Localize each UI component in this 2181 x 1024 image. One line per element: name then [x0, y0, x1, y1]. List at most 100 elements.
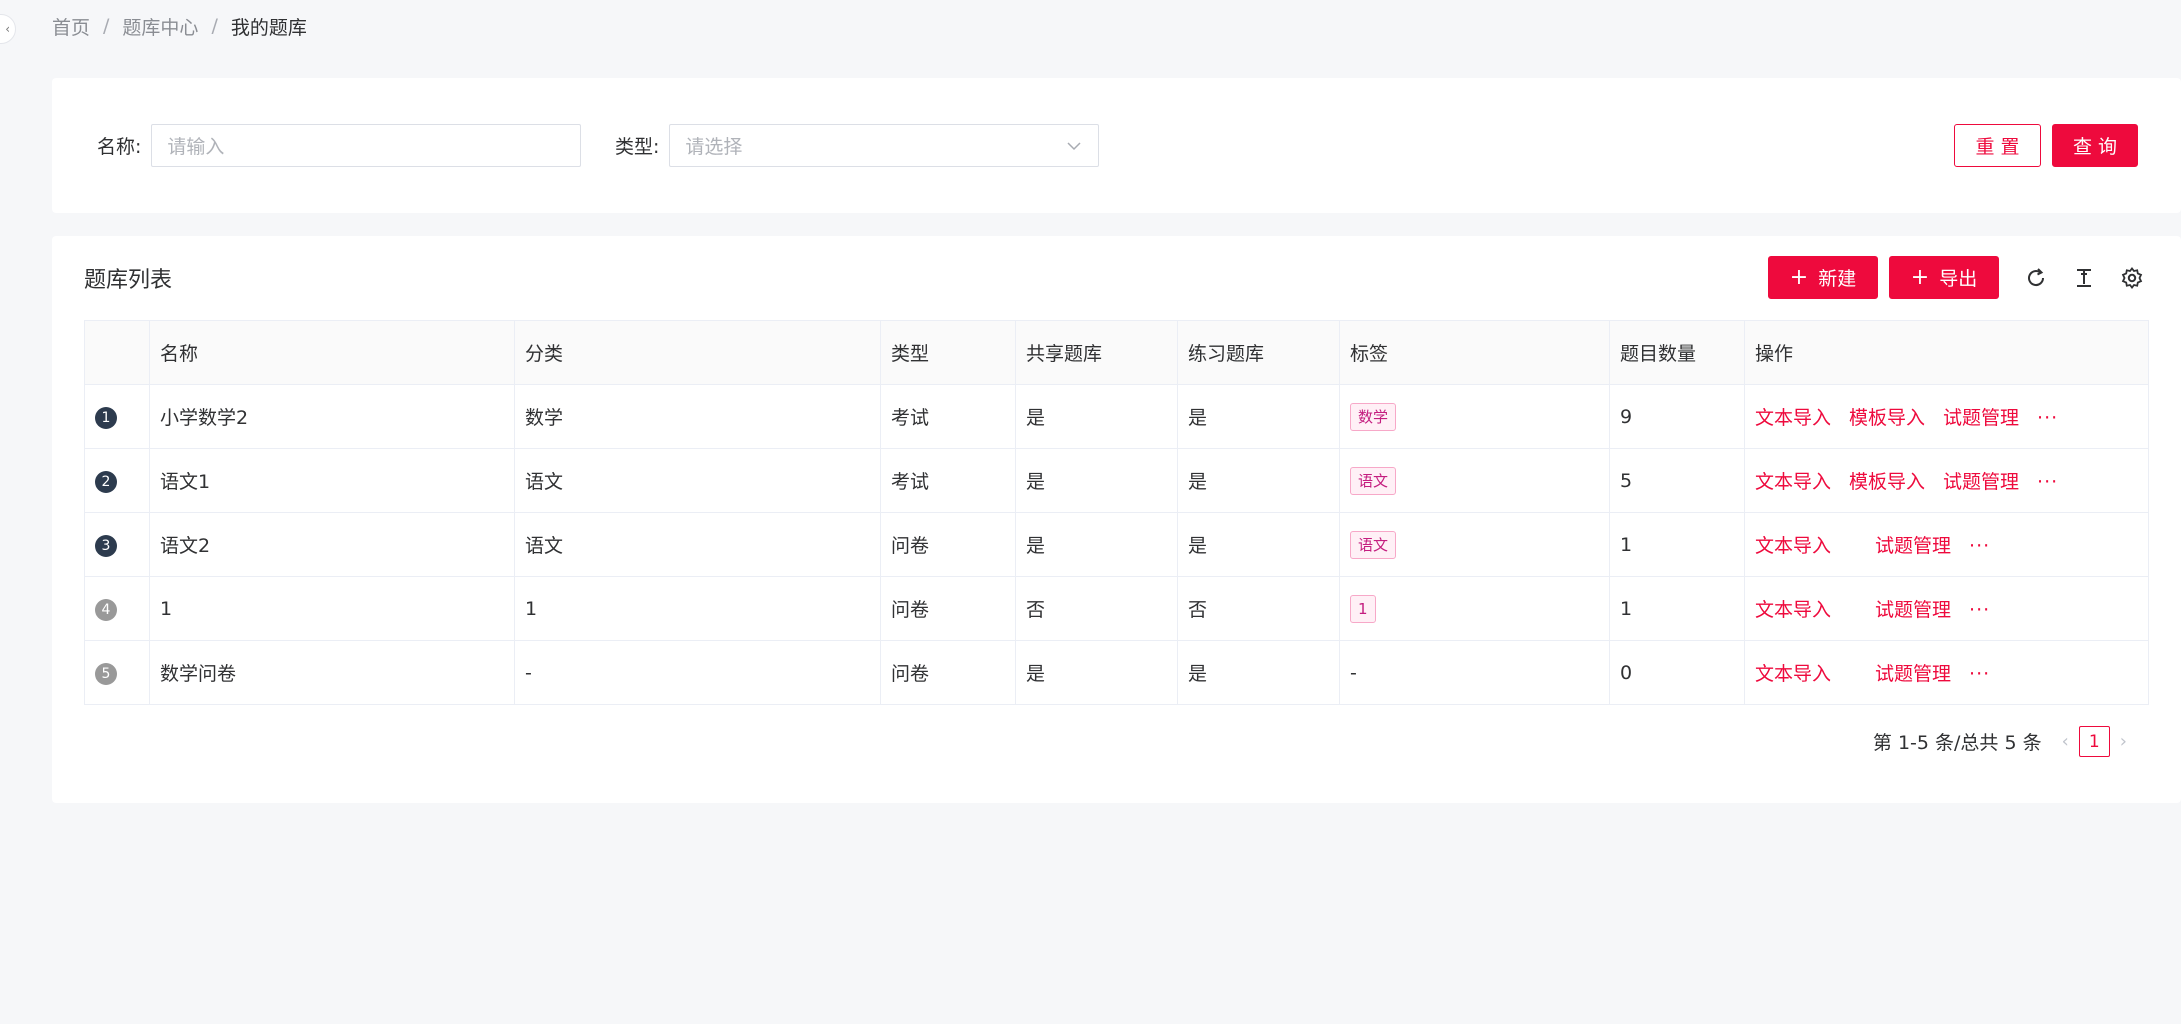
column-header: 练习题库	[1177, 320, 1340, 385]
cell-category: 语文	[514, 512, 881, 577]
reload-icon[interactable]	[2022, 264, 2050, 292]
cell-count: 1	[1609, 576, 1745, 641]
row-index-badge: 1	[95, 406, 117, 429]
tag-badge: 语文	[1350, 466, 1397, 495]
cell-practice: 是	[1177, 448, 1340, 513]
tag-badge: 数学	[1350, 402, 1397, 431]
cell-type: 考试	[880, 448, 1016, 513]
text-import-link[interactable]: 文本导入	[1755, 535, 1831, 557]
cell-name: 语文1	[149, 448, 515, 513]
reset-button[interactable]: 重 置	[1954, 124, 2041, 167]
breadcrumb: 首页 / 题库中心 / 我的题库	[52, 12, 307, 40]
plus-icon: +	[1789, 264, 1809, 290]
table-header-row: 名称 分类 类型 共享题库 练习题库 标签 题目数量 操作	[84, 320, 2149, 385]
text-import-link[interactable]: 文本导入	[1755, 663, 1831, 685]
breadcrumb-separator: /	[103, 15, 110, 37]
template-import-link[interactable]: 模板导入	[1849, 407, 1925, 429]
name-filter: 名称: 请输入	[97, 124, 582, 167]
cell-category: 语文	[514, 448, 881, 513]
row-index-badge: 4	[95, 598, 117, 621]
filter-panel: 名称: 请输入 类型: 请选择 重 置 查 询	[52, 78, 2181, 213]
prev-page-icon[interactable]: ‹	[2062, 731, 2069, 752]
column-header: 标签	[1339, 320, 1610, 385]
sidebar-collapse-handle[interactable]: ‹	[0, 14, 16, 44]
tag-badge: 1	[1350, 594, 1376, 623]
table-row: 3 语文2 语文 问卷 是 是 语文 1 文本导入 试题管理 ···	[84, 512, 2149, 577]
more-actions-icon[interactable]: ···	[2037, 407, 2058, 429]
list-title: 题库列表	[84, 268, 173, 293]
new-button[interactable]: + 新建	[1768, 256, 1878, 299]
export-button[interactable]: + 导出	[1889, 256, 1999, 299]
text-import-link[interactable]: 文本导入	[1755, 407, 1831, 429]
export-button-label: 导出	[1939, 268, 1978, 290]
breadcrumb-home[interactable]: 首页	[52, 13, 90, 40]
name-input[interactable]: 请输入	[151, 124, 582, 167]
cell-count: 0	[1609, 640, 1745, 705]
cell-shared: 否	[1015, 576, 1178, 641]
settings-icon[interactable]	[2118, 264, 2146, 292]
question-bank-table: 名称 分类 类型 共享题库 练习题库 标签 题目数量 操作 1 小学数学2 数学…	[84, 320, 2149, 705]
pagination: 第 1-5 条/总共 5 条 ‹ 1 ›	[1873, 726, 2137, 757]
column-header: 共享题库	[1015, 320, 1178, 385]
cell-type: 问卷	[880, 512, 1016, 577]
tag-badge: 语文	[1350, 530, 1397, 559]
table-row: 1 小学数学2 数学 考试 是 是 数学 9 文本导入 模板导入 试题管理 ···	[84, 384, 2149, 449]
page-button-current[interactable]: 1	[2078, 726, 2110, 757]
more-actions-icon[interactable]: ···	[1969, 663, 1990, 685]
chevron-down-icon	[1066, 137, 1082, 159]
type-filter-label: 类型:	[615, 136, 660, 158]
cell-practice: 否	[1177, 576, 1340, 641]
cell-name: 小学数学2	[149, 384, 515, 449]
plus-icon: +	[1910, 264, 1930, 290]
breadcrumb-question-center[interactable]: 题库中心	[122, 13, 198, 40]
question-manage-link[interactable]: 试题管理	[1875, 599, 1951, 621]
pagination-summary: 第 1-5 条/总共 5 条	[1872, 732, 2042, 754]
more-actions-icon[interactable]: ···	[2037, 471, 2058, 493]
column-header: 名称	[149, 320, 515, 385]
column-header-index	[84, 320, 150, 385]
template-import-link[interactable]: 模板导入	[1849, 471, 1925, 493]
more-actions-icon[interactable]: ···	[1969, 599, 1990, 621]
more-actions-icon[interactable]: ···	[1969, 535, 1990, 557]
cell-name: 语文2	[149, 512, 515, 577]
column-header: 分类	[514, 320, 881, 385]
row-index-badge: 3	[95, 534, 117, 557]
cell-category: 1	[514, 576, 881, 641]
text-import-link[interactable]: 文本导入	[1755, 599, 1831, 621]
question-manage-link[interactable]: 试题管理	[1875, 535, 1951, 557]
cell-shared: 是	[1015, 512, 1178, 577]
row-index-badge: 2	[95, 470, 117, 493]
text-import-link[interactable]: 文本导入	[1755, 471, 1831, 493]
row-index-badge: 5	[95, 662, 117, 685]
question-manage-link[interactable]: 试题管理	[1943, 471, 2019, 493]
column-header: 操作	[1744, 320, 2149, 385]
breadcrumb-separator: /	[211, 15, 218, 37]
question-manage-link[interactable]: 试题管理	[1875, 663, 1951, 685]
question-manage-link[interactable]: 试题管理	[1943, 407, 2019, 429]
density-icon[interactable]	[2070, 264, 2098, 292]
cell-category: 数学	[514, 384, 881, 449]
cell-name: 1	[149, 576, 515, 641]
cell-practice: 是	[1177, 640, 1340, 705]
cell-shared: 是	[1015, 448, 1178, 513]
table-row: 4 1 1 问卷 否 否 1 1 文本导入 试题管理 ···	[84, 576, 2149, 641]
name-filter-label: 名称:	[97, 136, 142, 158]
next-page-icon[interactable]: ›	[2120, 731, 2127, 752]
type-select[interactable]: 请选择	[669, 124, 1100, 167]
new-button-label: 新建	[1818, 268, 1857, 290]
cell-type: 问卷	[880, 640, 1016, 705]
cell-practice: 是	[1177, 384, 1340, 449]
type-select-placeholder: 请选择	[685, 136, 743, 158]
cell-category: -	[514, 640, 881, 705]
cell-shared: 是	[1015, 640, 1178, 705]
query-button[interactable]: 查 询	[2052, 124, 2138, 167]
cell-type: 问卷	[880, 576, 1016, 641]
name-input-placeholder: 请输入	[167, 136, 225, 158]
breadcrumb-current: 我的题库	[230, 16, 307, 39]
cell-count: 9	[1609, 384, 1745, 449]
cell-practice: 是	[1177, 512, 1340, 577]
table-row: 2 语文1 语文 考试 是 是 语文 5 文本导入 模板导入 试题管理 ···	[84, 448, 2149, 513]
cell-count: 1	[1609, 512, 1745, 577]
question-bank-list: 题库列表 + 新建 + 导出 名称 分类 类型 共享题库 练习题库 标签 题目数…	[52, 236, 2181, 803]
cell-type: 考试	[880, 384, 1016, 449]
